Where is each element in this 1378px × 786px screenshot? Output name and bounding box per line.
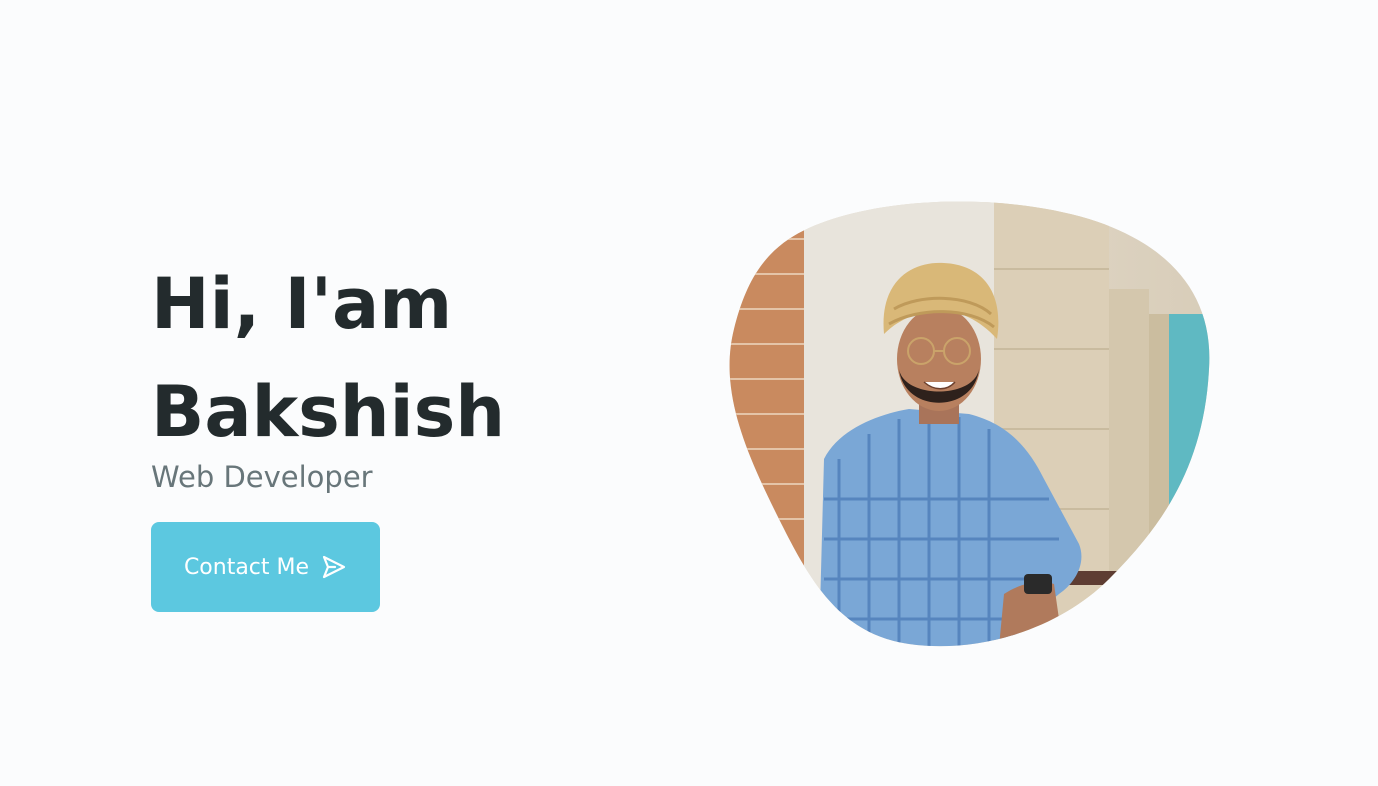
hero-role: Web Developer (151, 460, 373, 494)
home-section: Hi, I'am Bakshish Web Developer Contact … (0, 0, 1378, 786)
profile-photo (729, 199, 1210, 647)
hero-name: Bakshish (151, 371, 506, 453)
contact-me-label: Contact Me (183, 554, 310, 580)
hero-title: Hi, I'am Bakshish (151, 250, 671, 466)
send-icon (321, 554, 347, 580)
hero-text: Hi, I'am Bakshish Web Developer Contact … (151, 250, 671, 612)
contact-me-button[interactable]: Contact Me (151, 522, 380, 612)
hero-greeting: Hi, I'am (151, 263, 453, 345)
